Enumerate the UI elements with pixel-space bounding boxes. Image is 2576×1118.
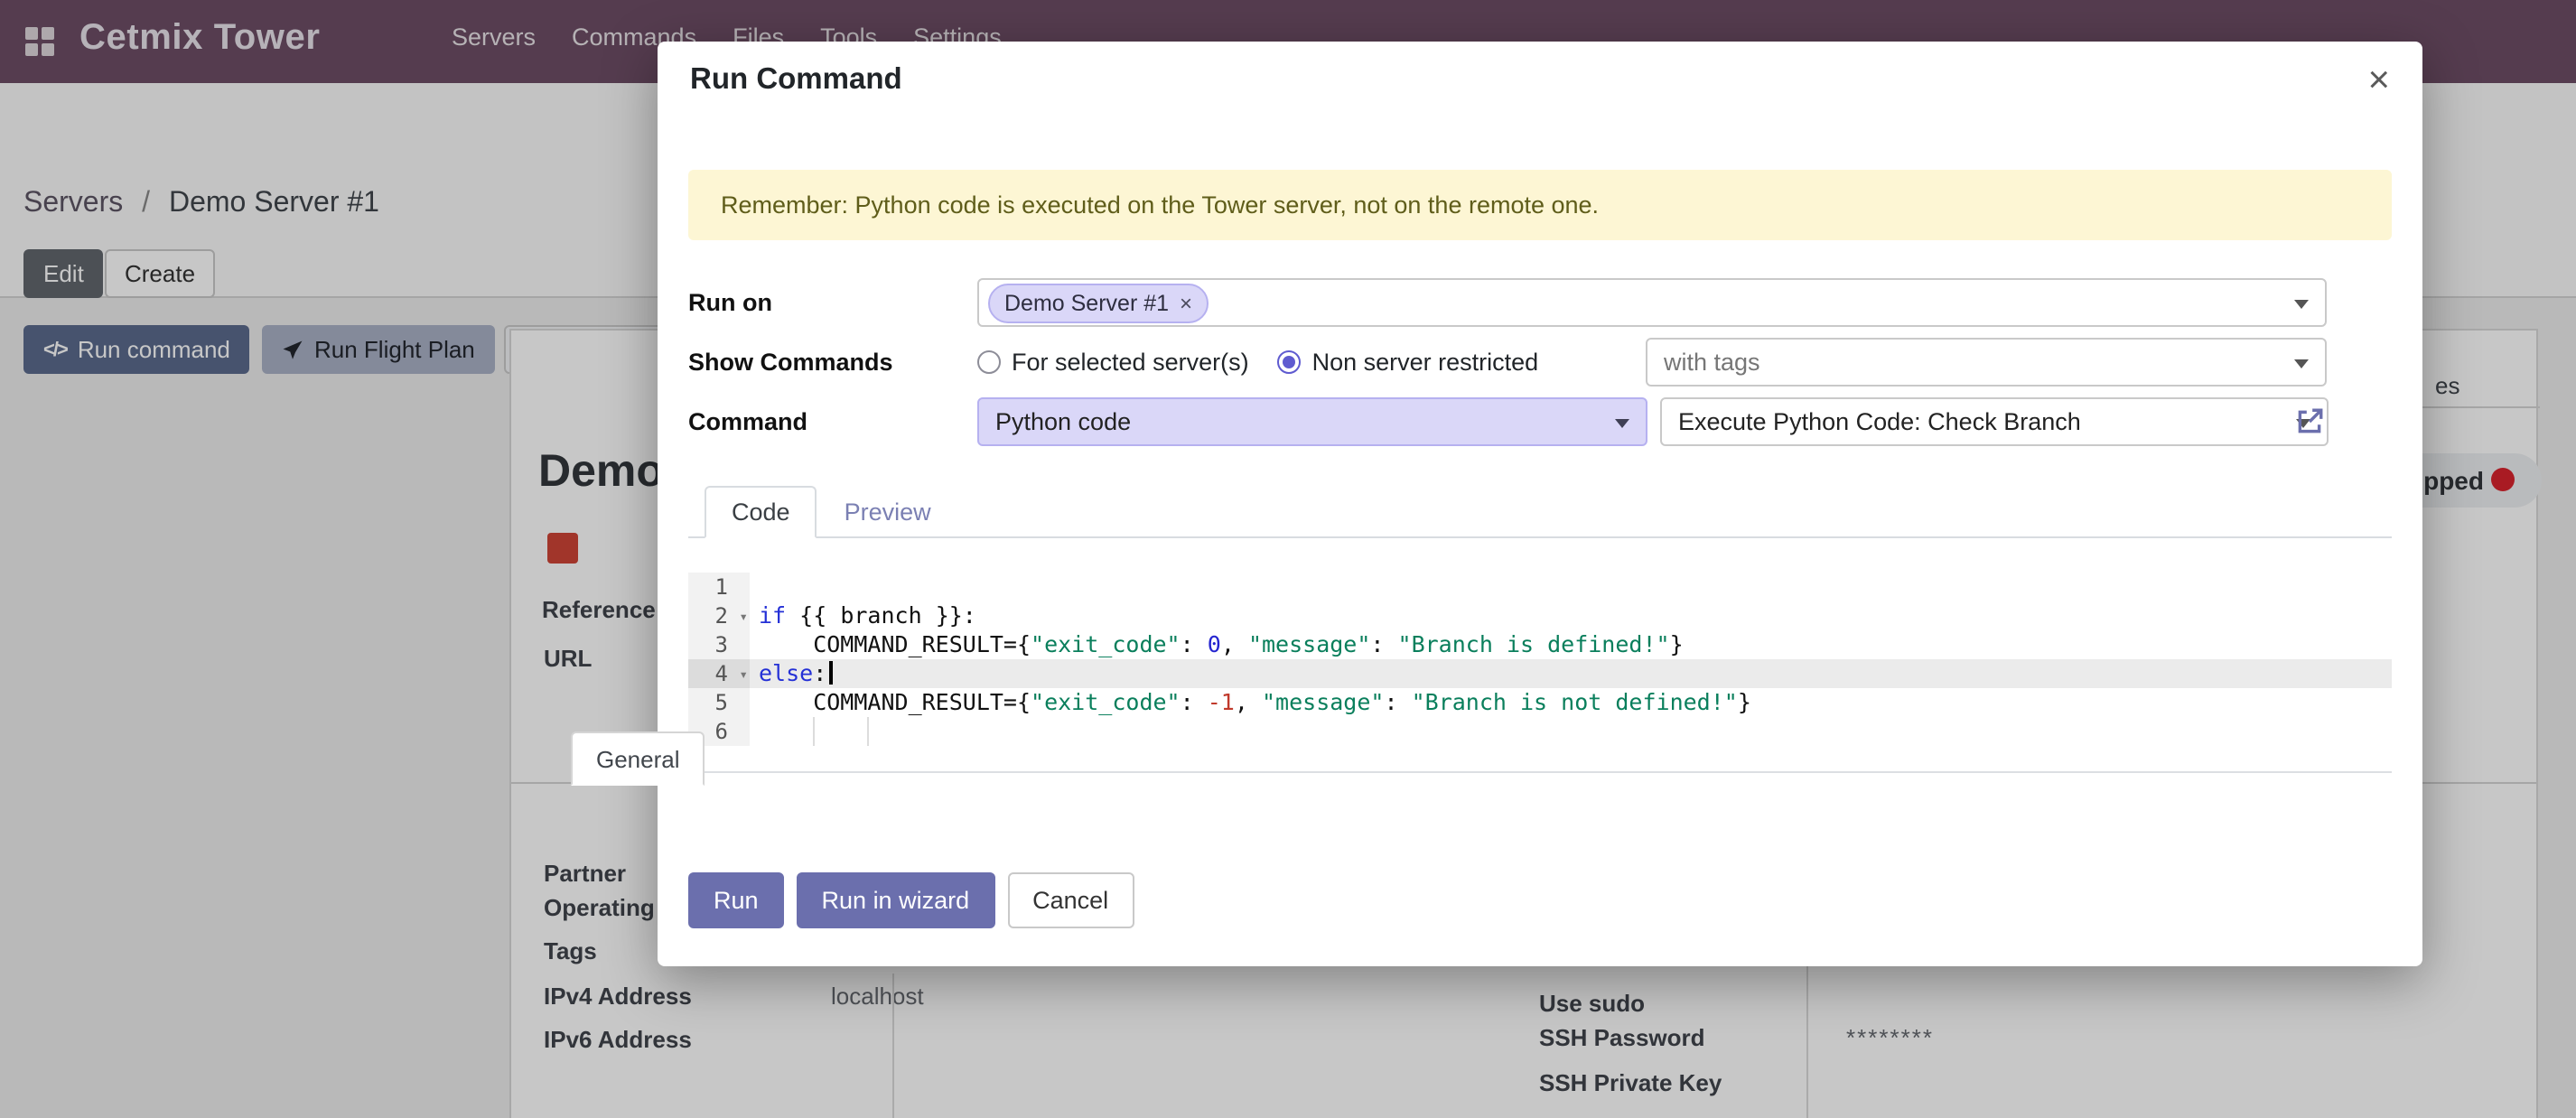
row-run-on: Run on Demo Server #1 × (688, 278, 2392, 327)
editor-line-number[interactable]: 1 (688, 573, 750, 601)
radio-non-server-restricted[interactable] (1278, 350, 1302, 374)
server-tag-chip[interactable]: Demo Server #1 × (988, 283, 1209, 322)
editor-line-number[interactable]: 2▾ (688, 601, 750, 630)
command-type-value: Python code (995, 408, 1131, 435)
content-divider (688, 771, 2392, 773)
show-commands-label: Show Commands (688, 349, 977, 376)
code-token: } (1670, 630, 1684, 657)
radio-for-selected-servers-label[interactable]: For selected server(s) (1012, 349, 1249, 376)
editor-line-2[interactable]: 2▾if {{ branch }}: (688, 601, 2392, 630)
editor-code-cell[interactable]: else: (750, 659, 2392, 688)
chevron-down-icon[interactable] (2294, 359, 2309, 368)
editor-line-number[interactable]: 3 (688, 630, 750, 659)
code-token: "exit_code" (1031, 630, 1181, 657)
modal-header: Run Command × (658, 42, 2422, 119)
editor-code-cell[interactable] (750, 717, 2392, 746)
code-editor[interactable]: 12▾if {{ branch }}:3 COMMAND_RESULT={"ex… (688, 573, 2392, 746)
tab-code[interactable]: Code (705, 486, 817, 538)
screen: Cetmix Tower Servers Commands Files Tool… (0, 0, 2576, 1118)
with-tags-placeholder: with tags (1664, 349, 1760, 376)
code-token: , (1235, 688, 1262, 715)
code-token: "Branch is not defined!" (1412, 688, 1738, 715)
warning-banner: Remember: Python code is executed on the… (688, 170, 2392, 240)
editor-code-cell[interactable] (750, 573, 2392, 601)
command-label: Command (688, 408, 977, 435)
code-token: else (759, 659, 813, 686)
server-tag-label: Demo Server #1 (1004, 290, 1169, 315)
cancel-button[interactable]: Cancel (1007, 872, 1134, 928)
modal-title: Run Command (690, 63, 902, 98)
run-command-modal: Run Command × Remember: Python code is e… (658, 42, 2422, 966)
with-tags-select[interactable]: with tags (1646, 338, 2327, 387)
editor-code-cell[interactable]: COMMAND_RESULT={"exit_code": 0, "message… (750, 630, 2392, 659)
chevron-down-icon[interactable] (1615, 419, 1629, 428)
radio-for-selected-servers[interactable] (977, 350, 1001, 374)
code-token: -1 (1208, 688, 1235, 715)
chevron-down-icon[interactable] (2294, 300, 2309, 309)
command-select[interactable]: Execute Python Code: Check Branch (1660, 397, 2329, 446)
editor-tabs: Code Preview (688, 486, 2392, 538)
tag-remove-icon[interactable]: × (1180, 290, 1192, 315)
run-on-label: Run on (688, 289, 977, 316)
code-token: 0 (1208, 630, 1221, 657)
code-token: : (813, 659, 826, 686)
text-cursor (828, 661, 832, 685)
command-value: Execute Python Code: Check Branch (1678, 408, 2081, 435)
code-token: "exit_code" (1031, 688, 1181, 715)
editor-line-4[interactable]: 4▾else: (688, 659, 2392, 688)
run-button[interactable]: Run (688, 872, 784, 928)
code-token: : (1384, 688, 1411, 715)
editor-line-3[interactable]: 3 COMMAND_RESULT={"exit_code": 0, "messa… (688, 630, 2392, 659)
radio-non-server-restricted-label[interactable]: Non server restricted (1312, 349, 1539, 376)
code-token: COMMAND_RESULT={ (759, 688, 1031, 715)
code-token: "message" (1262, 688, 1384, 715)
editor-line-1[interactable]: 1 (688, 573, 2392, 601)
editor-code-cell[interactable]: COMMAND_RESULT={"exit_code": -1, "messag… (750, 688, 2392, 717)
code-token: COMMAND_RESULT={ (759, 630, 1031, 657)
code-token: if (759, 601, 786, 629)
code-token: } (1738, 688, 1751, 715)
code-token: : (1181, 688, 1208, 715)
editor-line-6[interactable]: 6 (688, 717, 2392, 746)
row-show-commands: Show Commands For selected server(s) Non… (688, 338, 2392, 387)
indent-guide (813, 717, 815, 746)
modal-body: Remember: Python code is executed on the… (658, 170, 2422, 773)
external-link-icon[interactable] (2294, 406, 2325, 437)
tab-general[interactable]: General (571, 731, 705, 786)
editor-code-cell[interactable]: if {{ branch }}: (750, 601, 2392, 630)
fold-caret-icon[interactable]: ▾ (739, 661, 748, 690)
code-token: : (1181, 630, 1208, 657)
tab-preview[interactable]: Preview (817, 486, 958, 538)
code-token: {{ branch }}: (786, 601, 976, 629)
close-icon[interactable]: × (2367, 61, 2390, 99)
fold-caret-icon[interactable]: ▾ (739, 603, 748, 632)
code-token: , (1221, 630, 1248, 657)
command-type-select[interactable]: Python code (977, 397, 1647, 446)
run-command-form: Run on Demo Server #1 × Show Commands (688, 278, 2392, 446)
row-command: Command Python code Execute Python Code:… (688, 397, 2392, 446)
run-on-select[interactable]: Demo Server #1 × (977, 278, 2327, 327)
editor-line-number[interactable]: 4▾ (688, 659, 750, 688)
code-token: "message" (1248, 630, 1370, 657)
run-in-wizard-button[interactable]: Run in wizard (797, 872, 995, 928)
code-token: : (1370, 630, 1397, 657)
indent-guide (867, 717, 869, 746)
code-token: "Branch is defined!" (1398, 630, 1670, 657)
editor-line-number[interactable]: 5 (688, 688, 750, 717)
modal-footer: Run Run in wizard Cancel (658, 872, 2422, 966)
editor-line-5[interactable]: 5 COMMAND_RESULT={"exit_code": -1, "mess… (688, 688, 2392, 717)
